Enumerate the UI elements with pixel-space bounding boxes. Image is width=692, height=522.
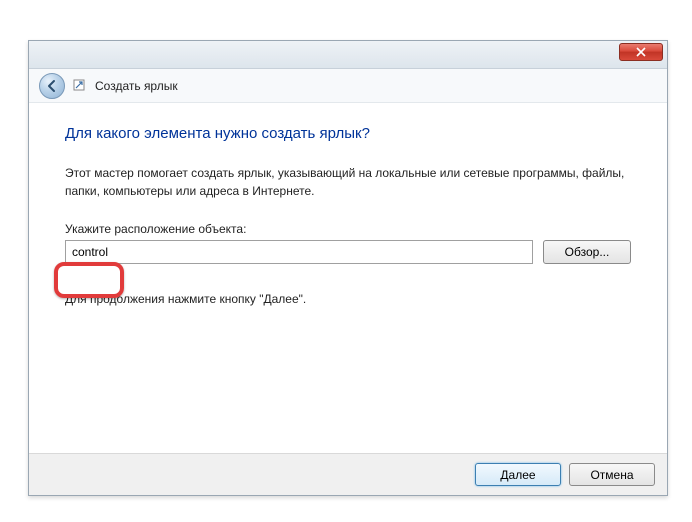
header-title: Создать ярлык <box>95 79 178 93</box>
location-input[interactable] <box>65 240 533 264</box>
browse-button[interactable]: Обзор... <box>543 240 631 264</box>
input-row: Обзор... <box>65 240 631 264</box>
titlebar <box>29 41 667 69</box>
header-row: Создать ярлык <box>29 69 667 103</box>
back-arrow-icon <box>45 79 59 93</box>
location-label: Укажите расположение объекта: <box>65 222 631 236</box>
main-heading: Для какого элемента нужно создать ярлык? <box>65 125 631 142</box>
description-text: Этот мастер помогает создать ярлык, указ… <box>65 164 631 200</box>
wizard-window: Создать ярлык Для какого элемента нужно … <box>28 40 668 496</box>
back-button[interactable] <box>39 73 65 99</box>
cancel-button[interactable]: Отмена <box>569 463 655 486</box>
close-button[interactable] <box>619 43 663 61</box>
continue-text: Для продолжения нажмите кнопку "Далее". <box>65 292 631 306</box>
close-icon <box>636 47 646 57</box>
content-area: Для какого элемента нужно создать ярлык?… <box>29 103 667 453</box>
footer: Далее Отмена <box>29 453 667 495</box>
next-button[interactable]: Далее <box>475 463 561 486</box>
shortcut-icon <box>73 79 87 93</box>
